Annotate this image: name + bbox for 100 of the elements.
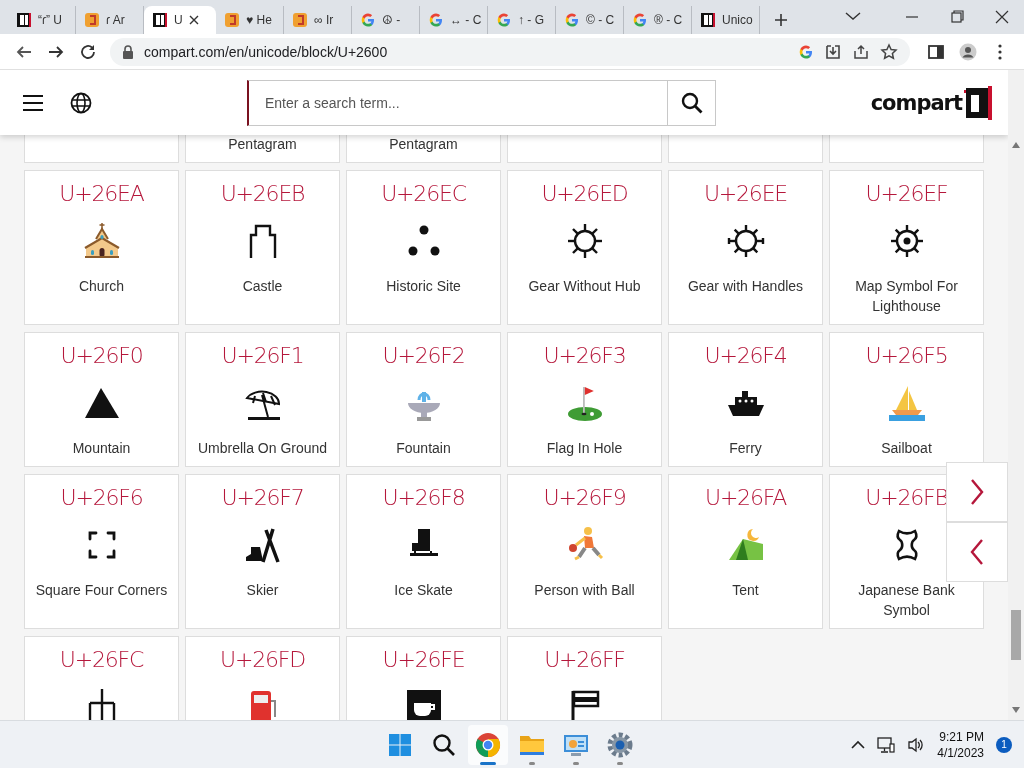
search-icon[interactable] — [432, 732, 456, 757]
download-icon[interactable] — [824, 42, 842, 61]
logo-icon — [152, 12, 168, 28]
browser-tab[interactable]: ↑ - G — [488, 6, 556, 34]
glyph-card[interactable]: U+26FE — [346, 636, 501, 720]
scrollbar-thumb[interactable] — [1011, 610, 1021, 660]
tab-title: ∞ Ir — [314, 13, 334, 27]
code-point: U+26F7 — [221, 484, 304, 512]
code-point: U+26F5 — [865, 342, 948, 370]
tab-title: ® - C — [654, 13, 683, 27]
glyph-card[interactable]: Pentagram — [185, 135, 340, 163]
network-icon[interactable] — [877, 735, 896, 754]
character-name: Map Symbol For Lighthouse — [854, 277, 959, 316]
glyph-card[interactable]: U+26F5 Sailboat — [829, 332, 984, 467]
character-name: Church — [78, 277, 125, 296]
glyph-card[interactable]: U+26FD — [185, 636, 340, 720]
glyph-card[interactable]: U+26F8 Ice Skate — [346, 474, 501, 629]
glyph-card[interactable]: U+26EA Church — [24, 170, 179, 325]
globe-icon[interactable] — [70, 91, 92, 114]
google-icon — [428, 12, 444, 28]
profile-icon[interactable] — [959, 42, 977, 61]
google-icon — [564, 12, 580, 28]
code-point: U+26FE — [382, 646, 465, 674]
tab-title: Unico — [722, 13, 753, 27]
character-name: Person with Ball — [534, 581, 635, 600]
scroll-down-icon[interactable] — [1012, 707, 1020, 713]
glyph-card[interactable]: U+26EF Map Symbol For Lighthouse — [829, 170, 984, 325]
search-icon — [680, 91, 703, 114]
tab-title: ↑ - G — [518, 13, 544, 27]
windows-icon[interactable] — [388, 732, 412, 757]
google-icon — [360, 12, 376, 28]
code-point: U+26FB — [865, 484, 948, 512]
google-icon — [632, 12, 648, 28]
star-icon[interactable] — [880, 42, 898, 61]
menu-icon[interactable] — [22, 93, 44, 112]
bracket-icon — [224, 12, 240, 28]
code-point: U+26EC — [381, 180, 466, 208]
notification-badge[interactable]: 1 — [996, 736, 1012, 753]
code-point: U+26F4 — [704, 342, 787, 370]
lock-icon — [122, 44, 134, 59]
tab-title: “ɾ” U — [38, 13, 62, 27]
glyph-card[interactable]: U+26F3 Flag In Hole — [507, 332, 662, 467]
character-name: Sailboat — [881, 439, 932, 458]
tab-title: ɾ Ar — [106, 13, 125, 27]
chrome-icon[interactable] — [475, 731, 501, 758]
glyph-card[interactable]: U+26F1 Umbrella On Ground — [185, 332, 340, 467]
browser-tab[interactable]: ↔ - C — [420, 6, 488, 34]
code-point: U+26FD — [220, 646, 305, 674]
tab-title: ↔ - C — [450, 13, 482, 27]
character-name: Square Four Corners — [35, 581, 168, 600]
glyph-card[interactable]: U+26F9 Person with Ball — [507, 474, 662, 629]
gear-icon[interactable] — [607, 731, 633, 758]
monitor-icon[interactable] — [563, 732, 589, 757]
logo-icon — [700, 12, 716, 28]
glyph-card[interactable]: U+26F0 Mountain — [24, 332, 179, 467]
reload-icon[interactable] — [79, 42, 97, 61]
close-icon[interactable] — [188, 15, 199, 25]
google-icon — [798, 43, 814, 60]
glyph-card[interactable]: U+26F4 Ferry — [668, 332, 823, 467]
glyph-card[interactable]: U+26EC Historic Site — [346, 170, 501, 325]
scroll-up-icon[interactable] — [1012, 142, 1020, 148]
character-name: Pentagram — [389, 135, 458, 154]
scrollbar[interactable] — [1008, 70, 1024, 720]
logo-text: compart — [870, 90, 962, 115]
browser-tab[interactable]: © - C — [556, 6, 624, 34]
glyph-card[interactable]: U+26EB Castle — [185, 170, 340, 325]
browser-tab[interactable]: ♥ He — [216, 6, 284, 34]
chevron-up-icon[interactable] — [851, 739, 866, 750]
browser-tab[interactable]: ® - C — [624, 6, 692, 34]
glyph-card[interactable]: U+26F2 Fountain — [346, 332, 501, 467]
clock-date: 4/1/2023 — [937, 744, 984, 761]
browser-tab[interactable]: “ɾ” U — [8, 6, 76, 34]
google-icon — [496, 12, 512, 28]
glyph-card[interactable]: U+26F6 Square Four Corners — [24, 474, 179, 629]
chevron-right-icon — [968, 478, 986, 506]
glyph-card[interactable]: U+26FC — [24, 636, 179, 720]
glyph-card[interactable]: U+26FF — [507, 636, 662, 720]
tab-title: ☮ - — [382, 13, 401, 27]
code-point: U+26FA — [705, 484, 786, 512]
code-point: U+26F1 — [221, 342, 304, 370]
browser-tab[interactable]: ∞ Ir — [284, 6, 352, 34]
browser-tab[interactable]: Unico — [692, 6, 760, 34]
clock-time: 9:21 PM — [939, 728, 984, 745]
tab-title: U — [174, 13, 183, 27]
new-tab-icon[interactable] — [774, 13, 788, 27]
glyph-card[interactable]: U+26F7 Skier — [185, 474, 340, 629]
volume-icon[interactable] — [907, 735, 926, 754]
side-panel-icon[interactable] — [927, 42, 945, 61]
share-icon[interactable] — [852, 42, 870, 61]
character-name: Tent — [732, 581, 759, 600]
browser-tab[interactable]: ☮ - — [352, 6, 420, 34]
browser-tab[interactable]: U — [144, 6, 216, 34]
address-bar[interactable]: compart.com/en/unicode/block/U+2600 — [110, 37, 910, 66]
browser-tab[interactable]: ɾ Ar — [76, 6, 144, 34]
glyph-card[interactable]: U+26FA Tent — [668, 474, 823, 629]
code-point: U+26EB — [220, 180, 305, 208]
glyph-card[interactable]: Pentagram — [346, 135, 501, 163]
tab-title: ♥ He — [246, 13, 272, 27]
glyph-card[interactable]: U+26ED Gear Without Hub — [507, 170, 662, 325]
glyph-card[interactable]: U+26EE Gear with Handles — [668, 170, 823, 325]
